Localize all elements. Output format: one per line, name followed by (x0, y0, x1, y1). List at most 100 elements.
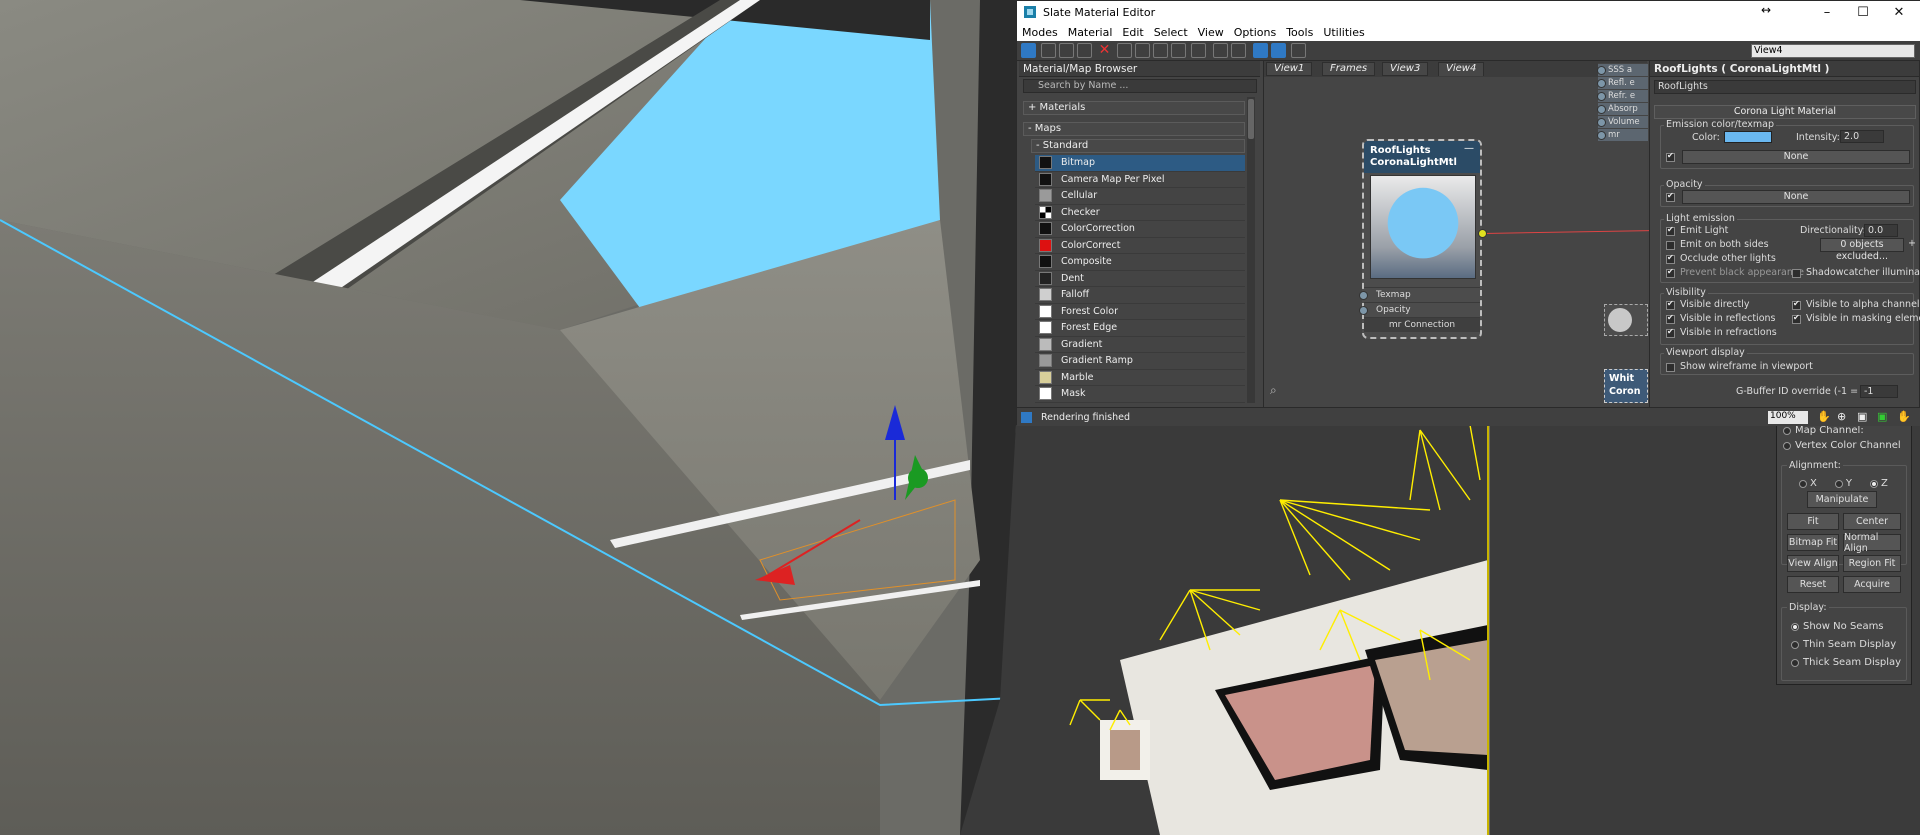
add-exclude-icon[interactable]: + (1908, 238, 1916, 249)
view-align-button[interactable]: View Align (1787, 555, 1839, 572)
map-list-item[interactable]: Dent (1035, 271, 1245, 287)
partial-node-slot[interactable]: Absorp (1597, 102, 1648, 115)
partial-node-slot[interactable]: Refr. e (1597, 89, 1648, 102)
map-list-item[interactable]: Bitmap (1035, 155, 1245, 172)
select-tool-icon[interactable] (1021, 43, 1036, 58)
put-to-scene-icon[interactable] (1059, 43, 1074, 58)
intensity-field[interactable]: 2.0 (1840, 130, 1884, 143)
map-list-item[interactable]: Forest Color (1035, 304, 1245, 320)
gbuffer-field[interactable]: -1 (1860, 385, 1898, 398)
collapse-icon[interactable]: — (1464, 143, 1474, 154)
partial-material-node[interactable]: SSS a Refl. e Refr. e Absorp Volume mr (1594, 61, 1648, 169)
zoom-extents-icon[interactable]: ▣ (1877, 410, 1887, 423)
manipulate-button[interactable]: Manipulate (1807, 491, 1877, 508)
menu-utilities[interactable]: Utilities (1323, 26, 1364, 39)
zoom-region-icon[interactable]: ▣ (1857, 410, 1867, 423)
map-list-item[interactable]: Checker (1035, 205, 1245, 221)
thin-seam-radio[interactable] (1791, 640, 1799, 649)
layout-all-icon[interactable] (1213, 43, 1228, 58)
binoculars-icon[interactable]: ⌕ (1270, 383, 1277, 398)
map-list-item[interactable]: Forest Edge (1035, 320, 1245, 337)
map-list-item[interactable]: Mask (1035, 386, 1245, 403)
mr-connection-slot[interactable]: mr Connection (1364, 317, 1480, 332)
tab-view3[interactable]: View3 (1382, 62, 1429, 76)
fit-button[interactable]: Fit (1787, 513, 1839, 530)
map-list-item[interactable]: Cellular (1035, 188, 1245, 205)
pick-material-icon[interactable] (1041, 43, 1056, 58)
acquire-button[interactable]: Acquire (1843, 576, 1901, 593)
pan-mode-icon[interactable]: ✋ (1897, 410, 1911, 423)
show-no-seams-radio[interactable] (1791, 622, 1799, 631)
thick-seam-radio[interactable] (1791, 658, 1799, 667)
node-view[interactable]: View1 Frames View3 View4 SSS a Refl. e Ref… (1263, 61, 1650, 407)
menu-material[interactable]: Material (1068, 26, 1113, 39)
params-toggle-icon[interactable] (1271, 43, 1286, 58)
slot-socket[interactable] (1597, 105, 1606, 114)
vis-directly-checkbox[interactable] (1666, 299, 1675, 310)
map-list-item[interactable]: Gradient (1035, 337, 1245, 353)
opacity-slot[interactable]: Opacity (1359, 302, 1480, 317)
materials-section[interactable]: + Materials (1023, 101, 1245, 115)
occlude-checkbox[interactable] (1666, 253, 1675, 264)
preview-icon[interactable] (1191, 43, 1206, 58)
axis-x-radio[interactable] (1799, 479, 1807, 488)
partial-node-slot[interactable]: SSS a (1597, 63, 1648, 76)
material-name-field[interactable]: RoofLights (1654, 80, 1916, 94)
show-wireframe-checkbox[interactable] (1666, 363, 1675, 372)
opacity-socket[interactable] (1359, 306, 1368, 315)
shadowcatcher-checkbox[interactable] (1792, 269, 1801, 278)
opacity-checkbox[interactable] (1666, 191, 1675, 202)
texmap-socket[interactable] (1359, 291, 1368, 300)
background-icon[interactable] (1171, 43, 1186, 58)
vis-masking-checkbox[interactable] (1792, 313, 1801, 324)
normal-align-button[interactable]: Normal Align (1843, 532, 1901, 554)
browser-scrollbar[interactable] (1247, 97, 1255, 403)
hide-unused-icon[interactable] (1135, 43, 1150, 58)
maps-section[interactable]: - Maps (1023, 122, 1245, 136)
map-list-item[interactable]: Marble (1035, 370, 1245, 386)
settings-icon[interactable] (1291, 43, 1306, 58)
menu-select[interactable]: Select (1154, 26, 1188, 39)
assign-material-icon[interactable] (1077, 43, 1092, 58)
menu-options[interactable]: Options (1234, 26, 1276, 39)
partial-node-slot[interactable]: Refl. e (1597, 76, 1648, 89)
menu-edit[interactable]: Edit (1122, 26, 1143, 39)
vertex-color-radio[interactable] (1783, 441, 1791, 450)
vis-alpha-checkbox[interactable] (1792, 299, 1801, 310)
tab-frames[interactable]: Frames (1322, 62, 1376, 76)
map-list-item[interactable]: Gradient Ramp (1035, 353, 1245, 370)
pan-icon[interactable]: ✋ (1817, 410, 1831, 423)
standard-section[interactable]: - Standard (1031, 139, 1245, 153)
minimize-button[interactable]: – (1809, 1, 1845, 23)
maximize-button[interactable]: ☐ (1845, 1, 1881, 23)
close-button[interactable]: ✕ (1881, 1, 1917, 23)
map-list-item[interactable]: Camera Map Per Pixel (1035, 172, 1245, 188)
zoom-icon[interactable]: ⊕ (1837, 410, 1846, 423)
objects-excluded-button[interactable]: 0 objects excluded... (1820, 238, 1904, 262)
emit-both-checkbox[interactable] (1666, 241, 1675, 250)
move-children-icon[interactable] (1117, 43, 1132, 58)
map-list-item[interactable]: ColorCorrect (1035, 238, 1245, 254)
texmap-slot[interactable]: Texmap (1359, 287, 1480, 302)
reset-button[interactable]: Reset (1787, 576, 1839, 593)
menu-view[interactable]: View (1198, 26, 1224, 39)
map-channel-radio[interactable] (1783, 426, 1791, 435)
show-map-icon[interactable] (1153, 43, 1168, 58)
emission-color-swatch[interactable] (1724, 131, 1772, 143)
title-bar[interactable]: Slate Material Editor ↔ – ☐ ✕ (1017, 1, 1920, 23)
view-dropdown[interactable]: View4 (1751, 44, 1915, 58)
scroll-thumb[interactable] (1248, 99, 1254, 139)
slot-socket[interactable] (1597, 131, 1606, 140)
layout-children-icon[interactable] (1231, 43, 1246, 58)
opacity-map-button[interactable]: None (1682, 190, 1910, 204)
slot-socket[interactable] (1597, 79, 1606, 88)
axis-y-radio[interactable] (1834, 479, 1843, 488)
map-list-item[interactable]: Falloff (1035, 287, 1245, 304)
menu-tools[interactable]: Tools (1286, 26, 1313, 39)
vis-refractions-checkbox[interactable] (1666, 327, 1675, 338)
emission-map-button[interactable]: None (1682, 150, 1910, 164)
tab-view1[interactable]: View1 (1266, 62, 1313, 76)
prevent-black-checkbox[interactable] (1666, 267, 1675, 278)
zoom-dropdown[interactable]: 100% (1768, 411, 1808, 424)
delete-icon[interactable]: ✕ (1097, 43, 1112, 58)
